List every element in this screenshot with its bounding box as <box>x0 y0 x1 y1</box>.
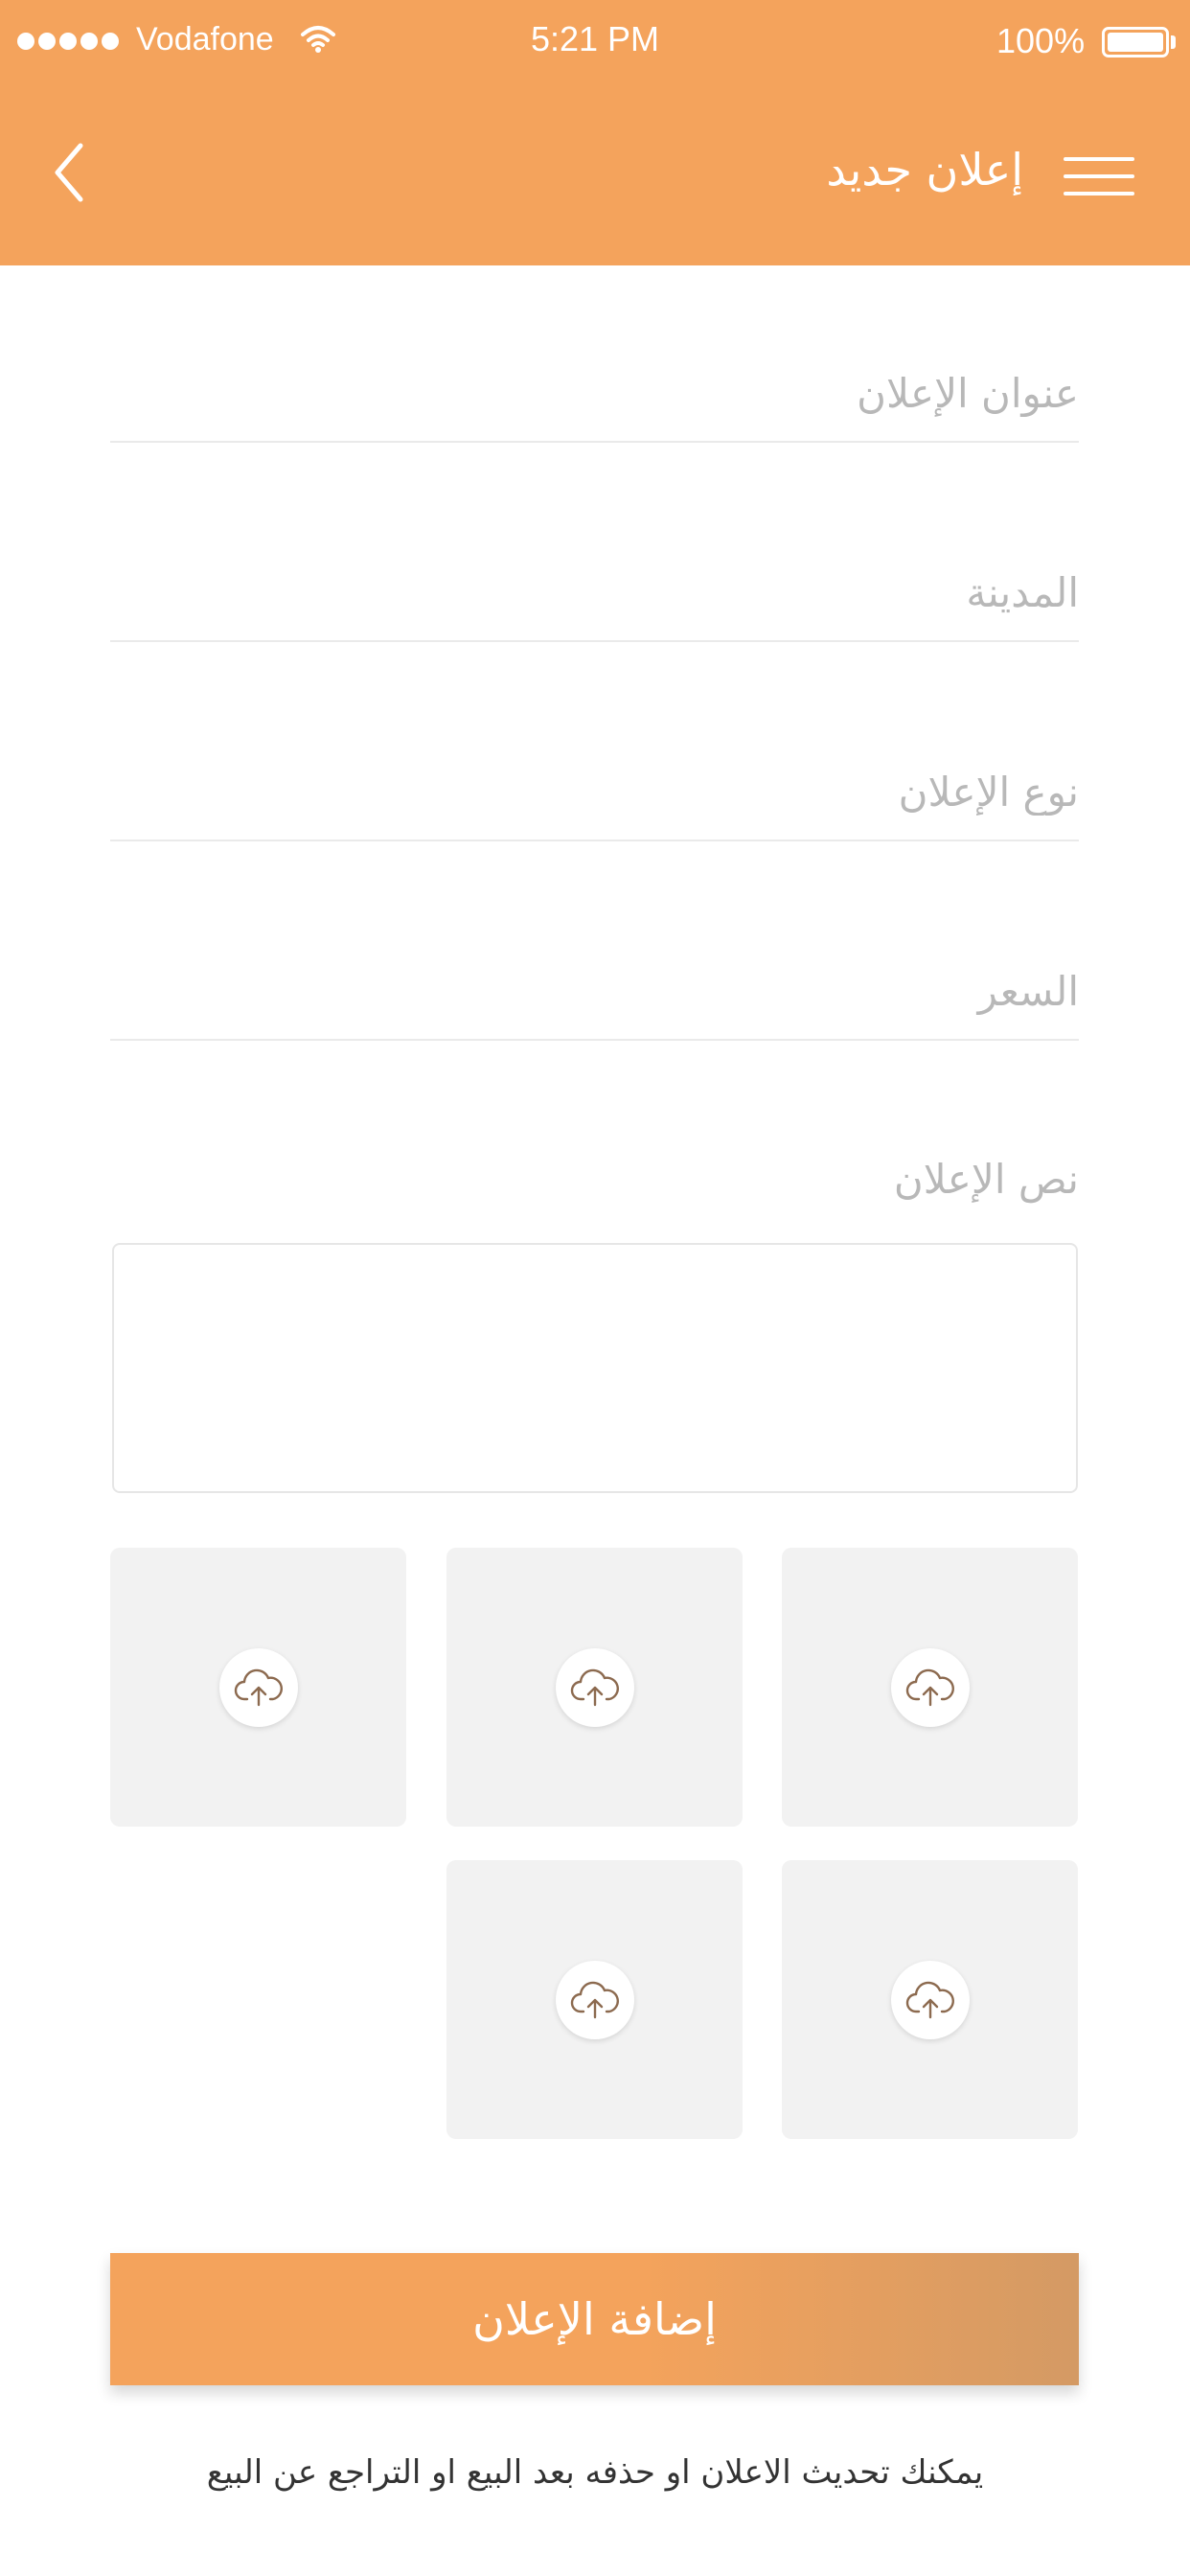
app-header: Vodafone 5:21 PM 100% إعلان جديد <box>0 0 1190 265</box>
upload-button[interactable] <box>556 1648 634 1727</box>
image-upload-tile-1[interactable] <box>782 1548 1078 1827</box>
upload-button[interactable] <box>219 1648 298 1727</box>
image-upload-tile-5[interactable] <box>446 1860 743 2139</box>
add-ad-button[interactable]: إضافة الإعلان <box>110 2253 1079 2385</box>
upload-button[interactable] <box>891 1648 970 1727</box>
ad-title-input[interactable] <box>110 347 1079 439</box>
page-title: إعلان جديد <box>826 144 1023 196</box>
cloud-upload-icon <box>570 1668 619 1707</box>
upload-button[interactable] <box>556 1961 634 2039</box>
ad-type-input[interactable] <box>110 746 1079 838</box>
cloud-upload-icon <box>905 1668 954 1707</box>
status-bar: Vodafone 5:21 PM 100% <box>0 0 1190 84</box>
battery-percent: 100% <box>996 21 1086 60</box>
hamburger-menu-icon[interactable] <box>1062 153 1136 199</box>
back-chevron-icon[interactable] <box>38 134 105 211</box>
city-input[interactable] <box>110 546 1079 638</box>
footer-note: يمكنك تحديث الاعلان او حذفه بعد البيع او… <box>206 2453 984 2492</box>
battery-tip <box>1171 35 1176 49</box>
image-upload-tile-3[interactable] <box>110 1548 406 1827</box>
city-field <box>110 546 1079 642</box>
price-field <box>110 945 1079 1041</box>
cloud-upload-icon <box>905 1981 954 2019</box>
battery-icon <box>1102 27 1169 58</box>
ad-type-field <box>110 746 1079 841</box>
ad-title-field <box>110 347 1079 443</box>
price-input[interactable] <box>110 945 1079 1037</box>
ad-text-textarea[interactable] <box>112 1243 1078 1493</box>
ad-text-label: نص الإعلان <box>893 1156 1079 1203</box>
cloud-upload-icon <box>234 1668 283 1707</box>
image-upload-tile-2[interactable] <box>446 1548 743 1827</box>
upload-button[interactable] <box>891 1961 970 2039</box>
cloud-upload-icon <box>570 1981 619 2019</box>
image-upload-tile-4[interactable] <box>782 1860 1078 2139</box>
